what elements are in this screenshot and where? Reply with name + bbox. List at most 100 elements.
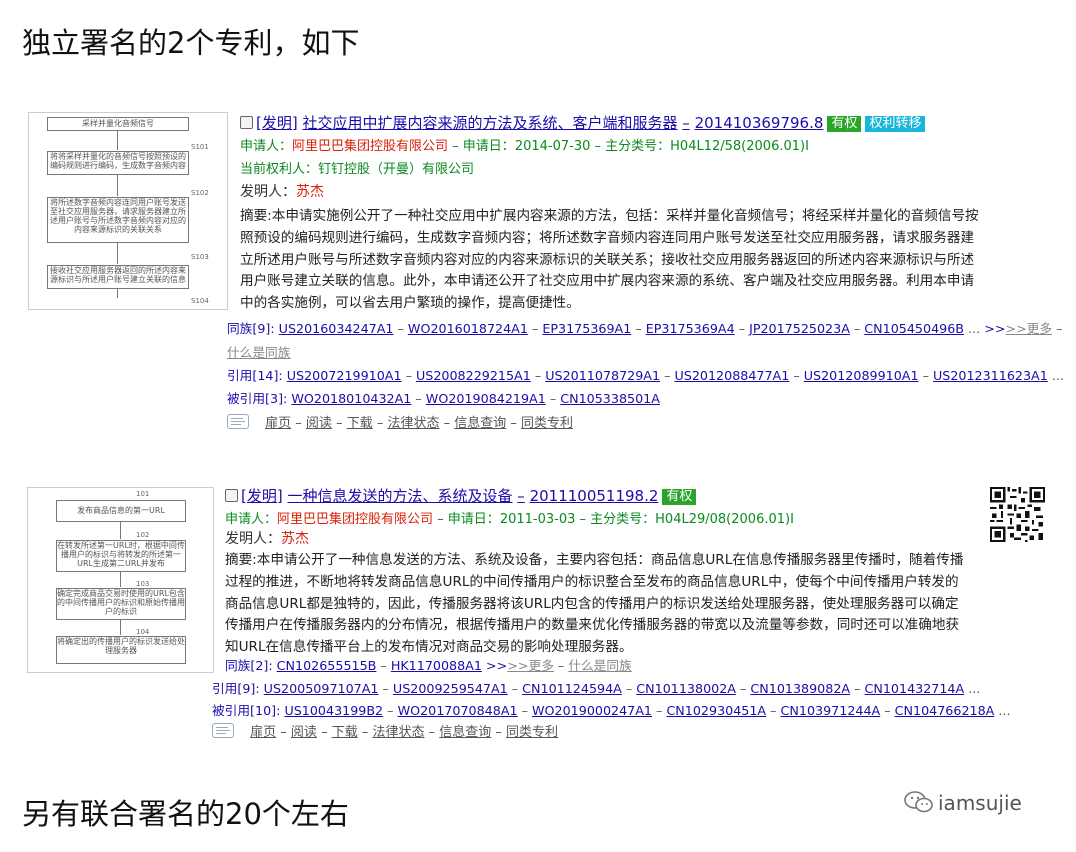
family-link[interactable]: WO2016018724A1 xyxy=(408,321,528,336)
what-is-family-link[interactable]: 什么是同族 xyxy=(227,345,290,360)
patent1-title-row: [发明] 社交应用中扩展内容来源的方法及系统、客户端和服务器 – 2014103… xyxy=(240,114,926,132)
watermark: iamsujie xyxy=(904,790,1022,819)
figure-arrow xyxy=(120,571,121,587)
cited-by-link[interactable]: US10043199B2 xyxy=(284,703,383,718)
applicant-value[interactable]: 阿里巴巴集团控股有限公司 xyxy=(277,512,433,527)
checkbox-icon[interactable] xyxy=(240,116,253,129)
cited-by-label: 被引用[10]: xyxy=(212,703,281,718)
cited-link[interactable]: US2009259547A1 xyxy=(393,681,508,696)
patent2-abstract: 摘要:本申请公开了一种信息发送的方法、系统及设备，主要内容包括：商品信息URL在… xyxy=(225,550,985,659)
patent2-title-row: [发明] 一种信息发送的方法、系统及设备 – 201110051198.2 有权 xyxy=(225,487,697,505)
patent1-separator: – xyxy=(682,114,690,132)
cited-link[interactable]: US2008229215A1 xyxy=(416,368,531,383)
patent2-number[interactable]: 201110051198.2 xyxy=(530,487,659,505)
figure-step: S101 xyxy=(191,143,209,151)
cited-link[interactable]: CN101138002A xyxy=(636,681,736,696)
toolbar-read-link[interactable]: 阅读 xyxy=(306,416,332,431)
cited-link[interactable]: US2011078729A1 xyxy=(545,368,660,383)
cited-link[interactable]: CN101432714A xyxy=(865,681,965,696)
patent2-meta: 申请人：阿里巴巴集团控股有限公司 – 申请日：2011-03-03 – 主分类号… xyxy=(225,512,794,527)
toolbar-cover-link[interactable]: 扉页 xyxy=(250,725,276,740)
cited-by-link[interactable]: WO2018010432A1 xyxy=(291,391,411,406)
patent1-title-link[interactable]: 社交应用中扩展内容来源的方法及系统、客户端和服务器 xyxy=(303,114,678,132)
cited-by-link[interactable]: WO2019000247A1 xyxy=(532,703,652,718)
family-link[interactable]: CN102655515B xyxy=(277,658,377,673)
figure-step: 102 xyxy=(136,531,150,539)
patent1-abstract: 摘要:本申请实施例公开了一种社交应用中扩展内容来源的方法，包括：采样并量化音频信… xyxy=(240,206,1055,315)
toolbar-legal-status-link[interactable]: 法律状态 xyxy=(387,416,439,431)
holder-label: 当前权利人： xyxy=(240,162,319,177)
toolbar-download-link[interactable]: 下载 xyxy=(347,416,373,431)
figure-box: 发布商品信息的第一URL xyxy=(56,500,186,522)
family-link[interactable]: EP3175369A1 xyxy=(542,321,631,336)
patent1-tag-transfer: 权利转移 xyxy=(865,116,926,132)
cited-link[interactable]: CN101124594A xyxy=(522,681,622,696)
patent1-what-family-row: 什么是同族 xyxy=(227,344,290,362)
figure-step: S103 xyxy=(191,253,209,261)
more-prefix: >> xyxy=(485,658,508,673)
toolbar-info-query-link[interactable]: 信息查询 xyxy=(439,725,491,740)
app-date-label: 申请日： xyxy=(447,512,500,527)
cited-label: 引用[9]: xyxy=(212,681,260,696)
cited-by-link[interactable]: WO2017070848A1 xyxy=(398,703,518,718)
figure-box: 确定完成商品交易时使用的URL包含的中间传播用户的标识和原始传播用户的标识 xyxy=(56,588,186,620)
qr-code-icon xyxy=(990,487,1045,542)
abstract-line: 过程的推进，不断地将转发商品信息URL的中间传播用户的标识整合至发布的商品信息U… xyxy=(225,573,959,590)
cited-link[interactable]: US2012089910A1 xyxy=(804,368,919,383)
family-link[interactable]: CN105450496B xyxy=(864,321,964,336)
abstract-line: 知URL在信息传播平台上的发布情况对商品交易的影响处理服务器。 xyxy=(225,639,633,656)
cited-link[interactable]: US2012311623A1 xyxy=(933,368,1048,383)
toolbar-download-link[interactable]: 下载 xyxy=(332,725,358,740)
cited-by-link[interactable]: WO2019084219A1 xyxy=(426,391,546,406)
toolbar-info-query-link[interactable]: 信息查询 xyxy=(454,416,506,431)
family-link[interactable]: EP3175369A4 xyxy=(646,321,735,336)
applicant-value[interactable]: 阿里巴巴集团控股有限公司 xyxy=(292,139,448,154)
cited-link[interactable]: US2012088477A1 xyxy=(675,368,790,383)
cited-by-link[interactable]: CN105338501A xyxy=(560,391,660,406)
figure-box: 接收社交应用服务器返回的所述内容来源标识与所述用户账号建立关联的信息 xyxy=(47,265,189,289)
patent2-title-link[interactable]: 一种信息发送的方法、系统及设备 xyxy=(288,487,513,505)
figure-step: 104 xyxy=(136,628,150,636)
checkbox-icon[interactable] xyxy=(225,489,238,502)
more-link[interactable]: >>更多 xyxy=(1005,321,1052,336)
inventor-value[interactable]: 苏杰 xyxy=(296,184,324,200)
what-is-family-link[interactable]: 什么是同族 xyxy=(568,658,631,673)
patent2-cited: 引用[9]: US2005097107A1 – US2009259547A1 –… xyxy=(212,681,981,696)
patent2-toolbar: 扉页 – 阅读 – 下载 – 法律状态 – 信息查询 – 同类专利 xyxy=(212,723,558,742)
abstract-line: 摘要:本申请实施例公开了一种社交应用中扩展内容来源的方法，包括：采样并量化音频信… xyxy=(240,208,979,224)
class-label: 主分类号： xyxy=(590,512,656,527)
toolbar-cover-link[interactable]: 扉页 xyxy=(265,416,291,431)
patent1-figure[interactable]: 采样并量化音频信号 S101 将将采样并量化的音频信号按照预设的编码规则进行编码… xyxy=(28,112,228,310)
patent2-separator: – xyxy=(517,487,525,505)
toolbar-similar-link[interactable]: 同类专利 xyxy=(521,416,573,431)
app-date-value: 2014-07-30 xyxy=(514,139,591,154)
cited-link[interactable]: CN101389082A xyxy=(750,681,850,696)
abstract-line: 中的各实施例，可以省去用户繁琐的操作，提高便捷性。 xyxy=(240,295,580,312)
cited-link[interactable]: US2007219910A1 xyxy=(287,368,402,383)
toolbar-read-link[interactable]: 阅读 xyxy=(291,725,317,740)
patent2-type[interactable]: [发明] xyxy=(241,487,283,505)
patent2-figure[interactable]: 101 发布商品信息的第一URL 102 在转发所述第一URL时，根据中间传播用… xyxy=(27,487,214,673)
toolbar-similar-link[interactable]: 同类专利 xyxy=(506,725,558,740)
more-link[interactable]: >>更多 xyxy=(507,658,554,673)
figure-box: 采样并量化音频信号 xyxy=(47,117,189,131)
patent1-type[interactable]: [发明] xyxy=(256,114,298,132)
inventor-value[interactable]: 苏杰 xyxy=(281,531,309,547)
family-link[interactable]: HK1170088A1 xyxy=(391,658,482,673)
patent1-cited-by: 被引用[3]: WO2018010432A1 – WO2019084219A1 … xyxy=(227,391,660,406)
holder-value: 钉钉控股（开曼）有限公司 xyxy=(318,162,475,177)
cited-link[interactable]: US2005097107A1 xyxy=(264,681,379,696)
class-label: 主分类号： xyxy=(605,139,671,154)
figure-arrow xyxy=(117,130,118,150)
cited-by-link[interactable]: CN102930451A xyxy=(666,703,766,718)
figure-box: 将确定出的传播用户的标识发送给处理服务器 xyxy=(56,636,186,664)
patent2-tag-valid: 有权 xyxy=(662,489,697,505)
toolbar-legal-status-link[interactable]: 法律状态 xyxy=(372,725,424,740)
cited-by-link[interactable]: CN103971244A xyxy=(781,703,881,718)
patent1-number[interactable]: 201410369796.8 xyxy=(695,114,824,132)
figure-box: 在转发所述第一URL时，根据中间传播用户的标识与将转发的所述第一URL生成第二U… xyxy=(56,540,186,572)
family-link[interactable]: JP2017525023A xyxy=(749,321,850,336)
figure-box: 将将采样并量化的音频信号按照预设的编码规则进行编码，生成数字音频内容 xyxy=(47,151,189,175)
cited-by-link[interactable]: CN104766218A xyxy=(895,703,995,718)
family-link[interactable]: US2016034247A1 xyxy=(279,321,394,336)
